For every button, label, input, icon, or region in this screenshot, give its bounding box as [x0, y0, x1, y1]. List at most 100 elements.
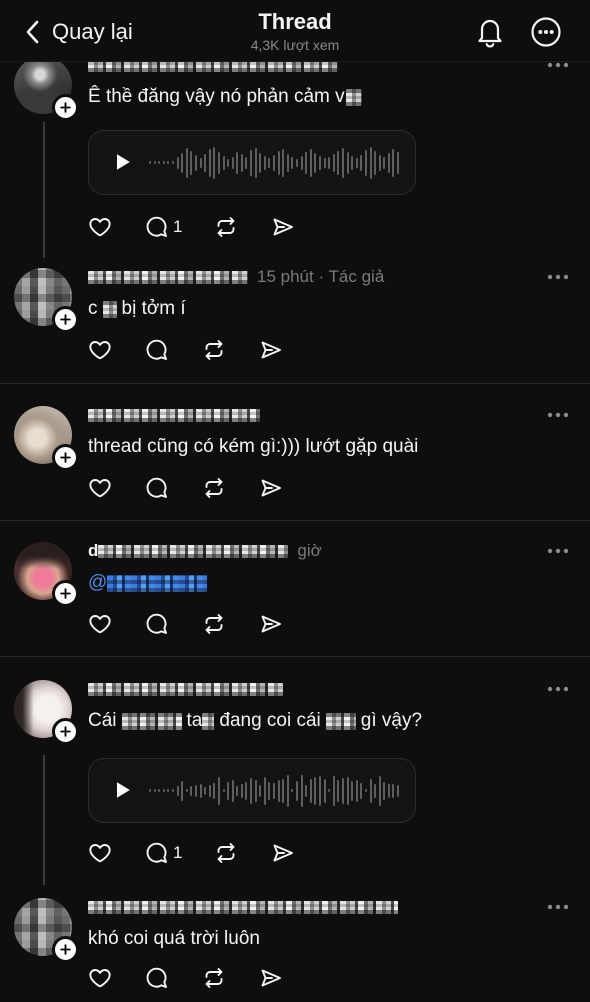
- waveform-bar: [236, 151, 239, 174]
- username[interactable]: d: [88, 541, 98, 561]
- mention-link[interactable]: @: [88, 570, 107, 596]
- username-redacted[interactable]: [88, 408, 260, 422]
- waveform-bar: [199, 783, 202, 798]
- action-bar: [87, 966, 284, 990]
- waveform-bar: [346, 151, 349, 174]
- reply-button[interactable]: 1: [144, 215, 182, 239]
- repost-icon: [202, 476, 226, 500]
- waveform-bar: [364, 789, 367, 792]
- reply-header: [88, 678, 283, 700]
- waveform-bar: [355, 157, 358, 168]
- like-button[interactable]: [87, 612, 113, 636]
- like-button[interactable]: [87, 841, 113, 865]
- share-button[interactable]: [258, 612, 284, 636]
- waveform-bar: [222, 789, 225, 792]
- waveform-bar: [245, 156, 248, 169]
- waveform-bar: [369, 778, 372, 803]
- waveform-bar: [305, 151, 308, 174]
- options-button[interactable]: [546, 903, 570, 911]
- follow-button[interactable]: [52, 936, 79, 963]
- username-redacted[interactable]: [88, 682, 283, 696]
- repost-button[interactable]: [201, 966, 227, 990]
- repost-button[interactable]: [213, 841, 239, 865]
- repost-icon: [214, 215, 238, 239]
- comment-icon: [145, 215, 169, 239]
- waveform-bar: [167, 789, 170, 792]
- redacted-text: [121, 712, 182, 730]
- repost-button[interactable]: [201, 338, 227, 362]
- reply-text: thread cũng có kém gì:))) lướt gặp quài: [88, 434, 418, 460]
- play-icon[interactable]: [111, 151, 133, 173]
- plus-icon: [59, 943, 72, 956]
- bell-icon[interactable]: [474, 14, 506, 48]
- waveform-bar: [332, 153, 335, 172]
- username-redacted[interactable]: [88, 270, 248, 284]
- reply-button[interactable]: [144, 476, 170, 500]
- play-icon[interactable]: [111, 779, 133, 801]
- like-button[interactable]: [87, 476, 113, 500]
- follow-button[interactable]: [52, 718, 79, 745]
- follow-button[interactable]: [52, 94, 79, 121]
- voice-message[interactable]: [88, 758, 416, 823]
- waveform-bar: [323, 157, 326, 168]
- top-bar: Quay lại Thread 4,3K lượt xem: [0, 0, 590, 62]
- reply-header: d giờ: [88, 540, 322, 562]
- like-button[interactable]: [87, 966, 113, 990]
- reply-button[interactable]: [144, 612, 170, 636]
- waveform-bar: [240, 783, 243, 798]
- waveform-bar: [392, 783, 395, 798]
- waveform-bar: [263, 776, 266, 805]
- redacted-mention[interactable]: [107, 574, 208, 592]
- options-button[interactable]: [546, 685, 570, 693]
- voice-message[interactable]: [88, 130, 416, 195]
- reply-text-segment: Ê thề đăng vậy nó phản cảm v: [88, 86, 345, 107]
- reply-button[interactable]: 1: [144, 841, 182, 865]
- waveform-bar: [332, 775, 335, 806]
- options-button[interactable]: [546, 273, 570, 281]
- follow-button[interactable]: [52, 444, 79, 471]
- repost-button[interactable]: [213, 215, 239, 239]
- reply-meta: 15 phút · Tác giả: [257, 267, 385, 286]
- waveform-bar: [231, 156, 234, 169]
- waveform-bar: [162, 161, 165, 164]
- options-button[interactable]: [546, 547, 570, 555]
- like-button[interactable]: [87, 215, 113, 239]
- share-icon: [259, 338, 283, 362]
- reply-text-segment: Cái: [88, 710, 117, 731]
- thread-line: [43, 755, 45, 885]
- more-circle-icon[interactable]: [530, 16, 562, 48]
- like-button[interactable]: [87, 338, 113, 362]
- reply-text-segment: thread cũng có kém gì:))) lướt gặp quài: [88, 436, 419, 457]
- reply-text: khó coi quá trời luôn: [88, 926, 260, 952]
- action-bar: [87, 612, 284, 636]
- follow-button[interactable]: [52, 580, 79, 607]
- reply-header: [88, 896, 398, 918]
- reply-text: c bị tởm í: [88, 296, 186, 322]
- share-button[interactable]: [258, 338, 284, 362]
- waveform-bar: [190, 150, 193, 175]
- share-button[interactable]: [270, 215, 296, 239]
- comment-icon: [145, 612, 169, 636]
- repost-button[interactable]: [201, 476, 227, 500]
- reply-text-segment: đang coi cái: [219, 710, 321, 731]
- username-redacted[interactable]: [98, 544, 289, 558]
- username-redacted[interactable]: [88, 900, 398, 914]
- more-horizontal-icon: [546, 411, 570, 419]
- action-bar: [87, 476, 284, 500]
- waveform-bar: [369, 146, 372, 179]
- share-button[interactable]: [258, 966, 284, 990]
- reply-text: Ê thề đăng vậy nó phản cảm v: [88, 84, 367, 110]
- options-button[interactable]: [546, 411, 570, 419]
- waveform-bar: [250, 777, 253, 804]
- options-button[interactable]: [546, 61, 570, 69]
- repost-button[interactable]: [201, 612, 227, 636]
- follow-button[interactable]: [52, 306, 79, 333]
- waveform-bar: [383, 156, 386, 169]
- reply-button[interactable]: [144, 966, 170, 990]
- share-button[interactable]: [258, 476, 284, 500]
- action-bar: [87, 338, 284, 362]
- redacted-text: [202, 712, 215, 730]
- reply-button[interactable]: [144, 338, 170, 362]
- share-button[interactable]: [270, 841, 296, 865]
- reply-header: [88, 404, 260, 426]
